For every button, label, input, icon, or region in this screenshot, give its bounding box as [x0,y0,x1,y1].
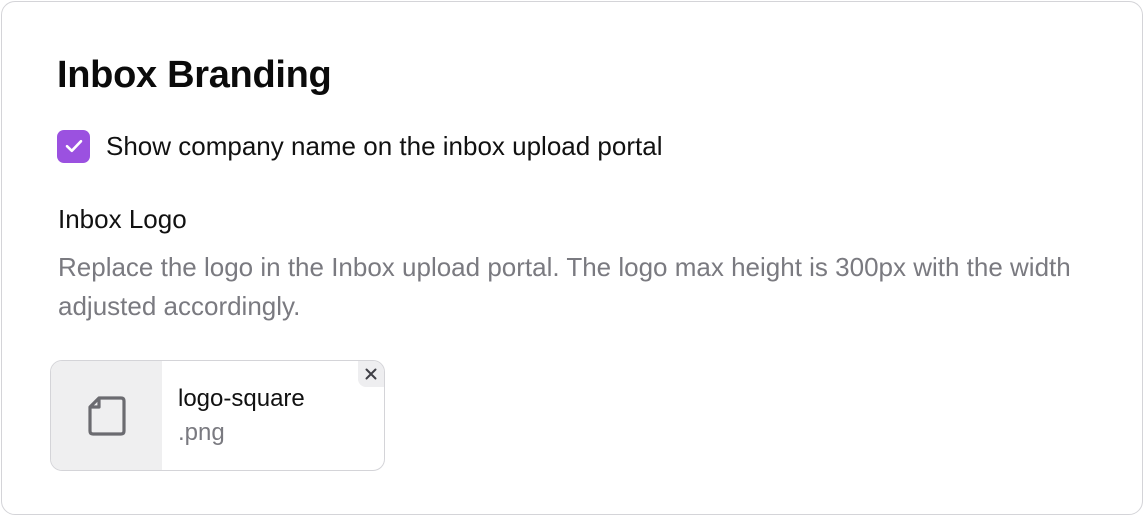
file-icon [87,395,126,436]
file-extension: .png [178,419,225,446]
show-company-name-checkbox[interactable] [57,129,90,163]
checkmark-icon [65,139,82,153]
uploaded-logo-file[interactable]: logo-square .png [50,360,385,471]
inbox-logo-heading: Inbox Logo [58,204,187,234]
inbox-branding-card: Inbox Branding Show company name on the … [1,1,1143,515]
file-name: logo-square [178,385,305,412]
page-title: Inbox Branding [57,54,332,96]
show-company-name-option[interactable]: Show company name on the inbox upload po… [57,128,662,164]
remove-file-button[interactable] [358,361,384,387]
file-thumbnail [51,361,162,470]
close-icon [365,368,377,380]
show-company-name-label: Show company name on the inbox upload po… [106,131,663,161]
inbox-logo-description: Replace the logo in the Inbox upload por… [58,252,1071,321]
